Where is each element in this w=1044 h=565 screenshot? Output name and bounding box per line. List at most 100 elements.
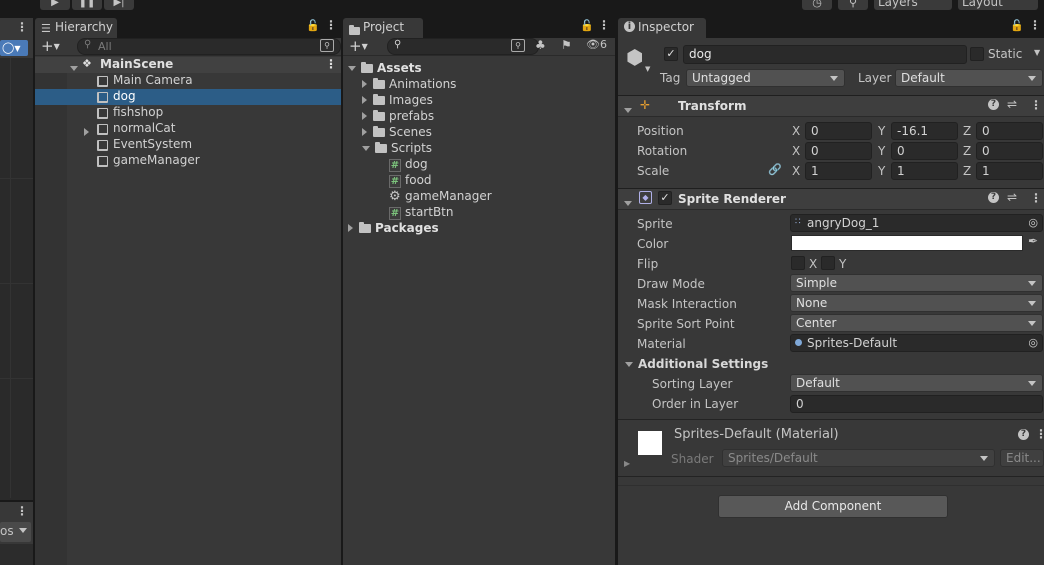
more-options-icon[interactable]: ⋮ [598, 18, 610, 32]
add-object-button[interactable]: +▼ [41, 37, 60, 55]
eyedropper-icon[interactable]: ✒ [1028, 234, 1038, 248]
lock-icon[interactable]: 🔓 [580, 19, 594, 32]
layers-dropdown[interactable]: Layers [874, 0, 952, 10]
flip-y-checkbox[interactable] [821, 256, 835, 270]
more-options-icon[interactable]: ⋮ [1035, 427, 1044, 441]
divider [618, 476, 1044, 477]
flip-x-checkbox[interactable] [791, 256, 805, 270]
more-options-icon[interactable]: ⋮ [1030, 191, 1042, 205]
search-by-type-icon[interactable]: ⚲ [511, 39, 525, 52]
help-icon[interactable]: ? [1018, 429, 1029, 440]
object-picker-icon[interactable]: ◎ [1028, 216, 1038, 229]
presets-icon[interactable]: ⇌ [1007, 97, 1017, 111]
pause-button[interactable]: ❚❚ [72, 0, 102, 10]
scale-x-field[interactable]: 1 [805, 162, 872, 180]
lock-icon[interactable]: 🔓 [306, 19, 320, 32]
material-foldout-arrow[interactable]: ▶ [624, 459, 630, 468]
search-button[interactable]: ⚲ [838, 0, 868, 10]
scale-z-field[interactable]: 1 [976, 162, 1043, 180]
object-name-field[interactable]: dog [683, 45, 967, 64]
project-folder-assets[interactable]: Assets [348, 61, 422, 77]
order-in-layer-field[interactable]: 0 [790, 395, 1043, 413]
project-script-gamemanager[interactable]: ⚙ gameManager [389, 189, 492, 205]
filter-by-type-icon[interactable]: ♣ [535, 38, 546, 52]
add-component-button[interactable]: Add Component [718, 495, 948, 518]
color-swatch[interactable] [791, 235, 1023, 251]
more-options-icon[interactable]: ⋮ [1029, 18, 1041, 32]
draw-mode-dropdown[interactable]: Simple [790, 274, 1043, 292]
transform-header[interactable]: ✛ Transform ? ⇌ ⋮ [618, 95, 1044, 117]
hierarchy-item-main-camera[interactable]: Main Camera [35, 73, 341, 89]
static-dropdown-icon[interactable]: ▼ [1034, 48, 1040, 57]
hierarchy-item-fishshop[interactable]: fishshop [35, 105, 341, 121]
project-folder-scenes[interactable]: Scenes [362, 125, 432, 141]
hidden-packages-button[interactable]: 👁6 [586, 38, 607, 51]
layout-dropdown[interactable]: Layout [958, 0, 1038, 10]
rotation-y-field[interactable]: 0 [891, 142, 958, 160]
layer-value: Default [901, 71, 945, 85]
shader-edit-button[interactable]: Edit... [1000, 449, 1044, 467]
sprite-object-field[interactable]: ∷ angryDog_1 ◎ [790, 214, 1043, 232]
position-z-field[interactable]: 0 [976, 122, 1043, 140]
more-options-icon[interactable]: ⋮ [325, 57, 337, 71]
grid-line [0, 178, 33, 179]
more-options-icon[interactable]: ⋮ [325, 18, 337, 32]
scene-row[interactable]: ❖ MainScene ⋮ [35, 57, 341, 73]
object-picker-icon[interactable]: ◎ [1028, 336, 1038, 349]
history-button[interactable]: ◷ [802, 0, 832, 10]
project-folder-scripts[interactable]: Scripts [362, 141, 432, 157]
search-by-type-icon[interactable]: ⚲ [320, 39, 334, 52]
project-script-food[interactable]: # food [389, 173, 432, 189]
project-folder-images[interactable]: Images [362, 93, 433, 109]
hierarchy-item-gamemanager[interactable]: gameManager [35, 153, 341, 169]
project-folder-prefabs[interactable]: prefabs [362, 109, 434, 125]
position-y-field[interactable]: -16.1 [891, 122, 958, 140]
lock-icon[interactable]: 🔓 [1010, 19, 1024, 32]
material-object-field[interactable]: Sprites-Default ◎ [790, 334, 1043, 352]
tab-hierarchy[interactable]: ☰ Hierarchy [35, 18, 117, 38]
icon-dropdown-arrow[interactable]: ▼ [645, 65, 650, 73]
shader-dropdown[interactable]: Sprites/Default [722, 449, 995, 467]
more-options-icon[interactable]: ⋮ [16, 504, 28, 518]
hierarchy-item-normalcat[interactable]: normalCat [35, 121, 341, 137]
static-checkbox[interactable] [970, 47, 984, 61]
additional-settings-foldout[interactable]: Additional Settings [625, 357, 768, 371]
tag-label: Tag [660, 71, 681, 85]
filter-by-label-icon[interactable]: ⚑ [561, 38, 572, 52]
create-asset-button[interactable]: +▼ [349, 37, 368, 55]
more-options-icon[interactable]: ⋮ [1030, 98, 1042, 112]
gizmo-button[interactable]: ◯▼ [0, 40, 28, 56]
tag-dropdown[interactable]: Untagged [686, 69, 845, 87]
rotation-z-field[interactable]: 0 [976, 142, 1043, 160]
tab-project[interactable]: Project [343, 18, 423, 38]
eye-slash-icon: 👁 [586, 38, 600, 51]
step-button[interactable]: ▶| [104, 0, 134, 10]
help-icon[interactable]: ? [988, 99, 999, 110]
scale-y-field[interactable]: 1 [891, 162, 958, 180]
help-icon[interactable]: ? [988, 192, 999, 203]
mask-interaction-dropdown[interactable]: None [790, 294, 1043, 312]
project-script-startbtn[interactable]: # startBtn [389, 205, 454, 221]
project-folder-packages[interactable]: Packages [348, 221, 439, 237]
view-dropdown[interactable]: os [0, 522, 31, 542]
rotation-x-field[interactable]: 0 [805, 142, 872, 160]
active-checkbox[interactable]: ✓ [664, 47, 678, 61]
project-folder-animations[interactable]: Animations [362, 77, 456, 93]
hierarchy-item-eventsystem[interactable]: EventSystem [35, 137, 341, 153]
value: 1 [897, 164, 905, 178]
sorting-layer-dropdown[interactable]: Default [790, 374, 1043, 392]
presets-icon[interactable]: ⇌ [1007, 190, 1017, 204]
tab-inspector[interactable]: i Inspector [618, 18, 706, 38]
play-icon: ▶ [51, 0, 59, 8]
play-button[interactable]: ▶ [40, 0, 70, 10]
sprite-sort-point-dropdown[interactable]: Center [790, 314, 1043, 332]
layer-dropdown[interactable]: Default [895, 69, 1043, 87]
project-script-dog[interactable]: # dog [389, 157, 428, 173]
position-x-field[interactable]: 0 [805, 122, 872, 140]
more-options-icon[interactable]: ⋮ [16, 20, 28, 34]
hierarchy-search-input[interactable]: ⚲ All [77, 38, 341, 55]
constrain-proportions-icon[interactable]: 🔗 [768, 163, 782, 176]
sprite-renderer-header[interactable]: ◆ ✓ Sprite Renderer ? ⇌ ⋮ [618, 188, 1044, 210]
hierarchy-item-dog[interactable]: dog [35, 89, 341, 105]
sprite-renderer-enabled-checkbox[interactable]: ✓ [658, 191, 672, 205]
